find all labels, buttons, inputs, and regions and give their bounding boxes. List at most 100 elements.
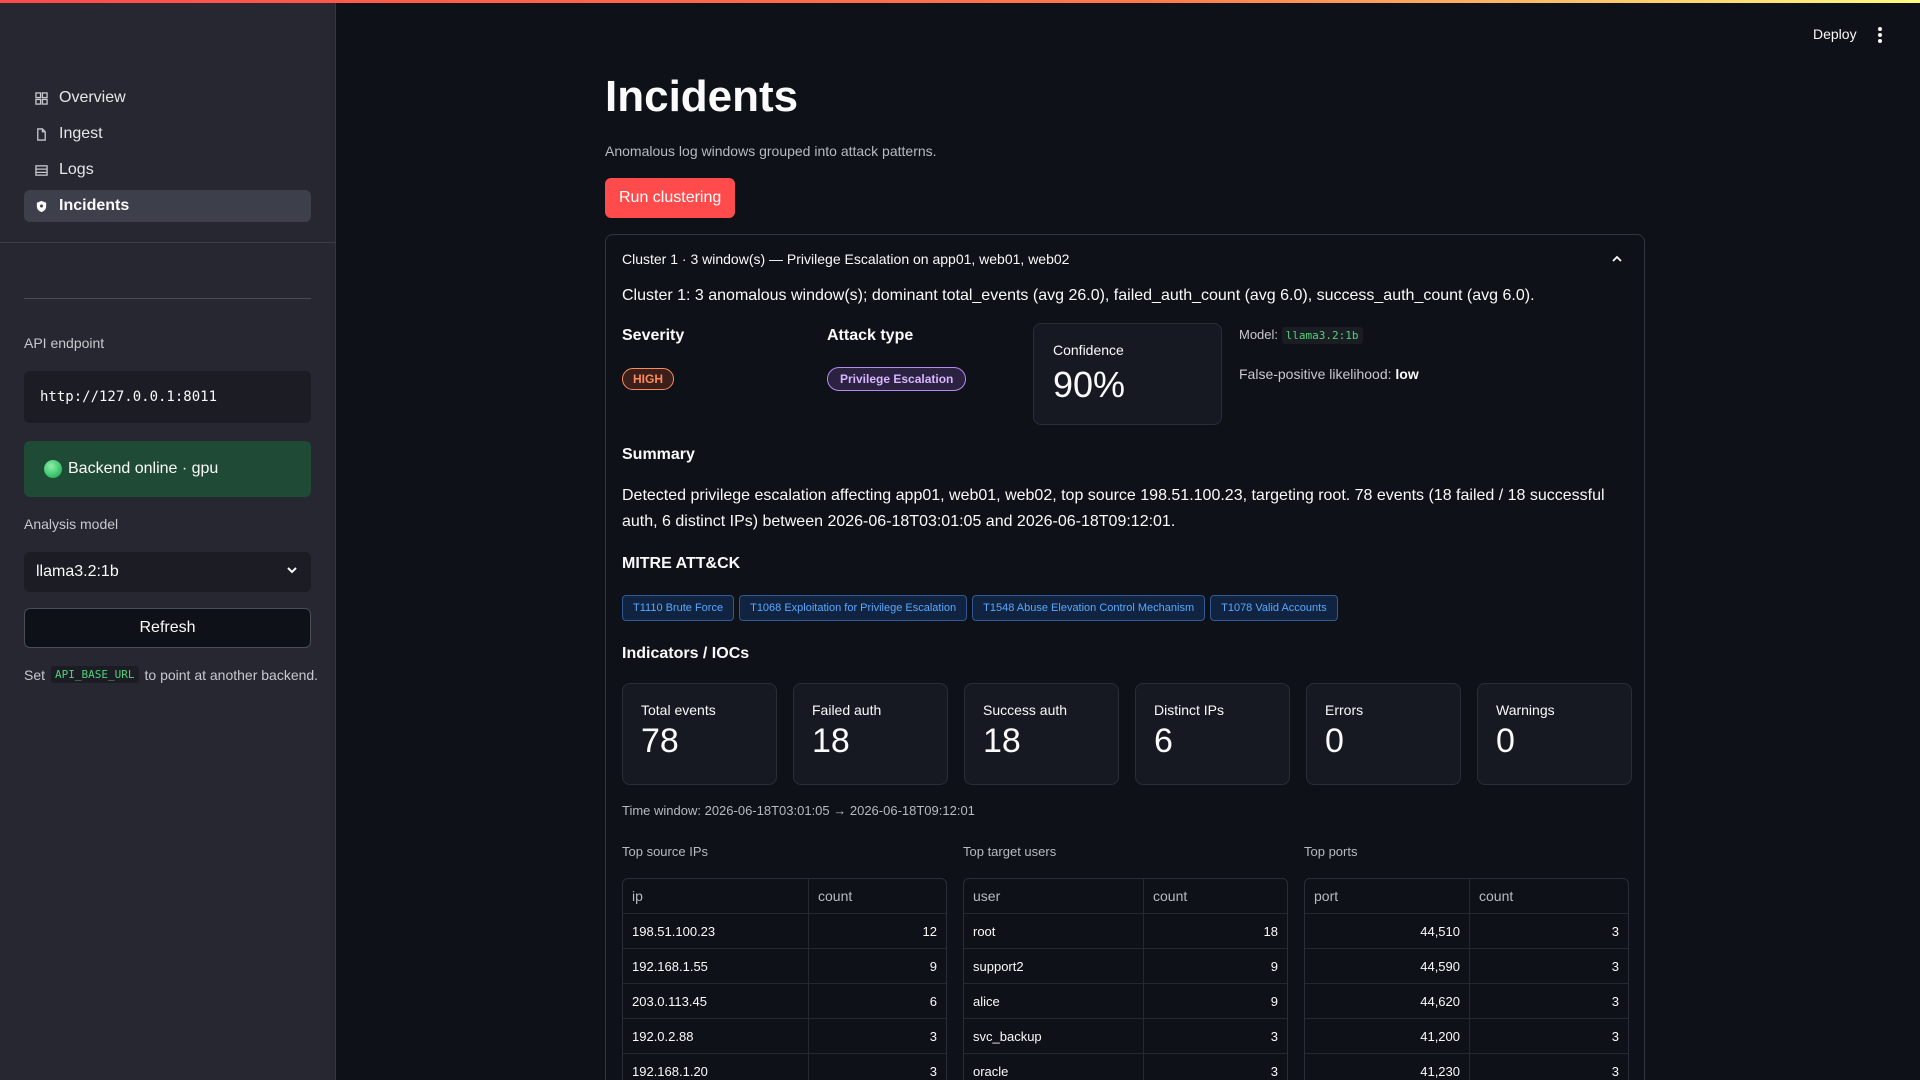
table-cell: 3 (1611, 993, 1619, 1009)
table-row: alice 9 (964, 984, 1287, 1019)
table-cell: 198.51.100.23 (623, 914, 809, 948)
table-cell: 3 (1270, 1028, 1278, 1044)
table-row: 192.168.1.20 3 (623, 1054, 946, 1080)
metric-value: 78 (641, 722, 679, 760)
grid-icon (33, 90, 49, 106)
table-cell: 192.168.1.20 (623, 1054, 809, 1080)
table-row: svc_backup 3 (964, 1019, 1287, 1054)
table-cell: 18 (1263, 923, 1278, 939)
cluster-header[interactable]: Cluster 1 · 3 window(s) — Privilege Esca… (622, 251, 1069, 267)
backend-status-text: Backend online · gpu (68, 460, 219, 477)
sidebar-item-ingest[interactable]: Ingest (24, 118, 311, 150)
fp-label: False-positive likelihood: (1239, 366, 1392, 382)
table-header-row: port count (1305, 879, 1628, 914)
sidebar-divider (24, 298, 311, 299)
mitre-tag[interactable]: T1078 Valid Accounts (1210, 595, 1338, 621)
metric-value: 18 (812, 722, 850, 760)
metric-label: Success auth (983, 702, 1068, 718)
table-row: 44,510 3 (1305, 914, 1628, 949)
table-cell: 192.168.1.55 (623, 949, 809, 983)
column-header[interactable]: port (1305, 879, 1470, 913)
deploy-button[interactable]: Deploy (1813, 26, 1857, 42)
shield-icon (33, 198, 49, 214)
mitre-tag[interactable]: T1110 Brute Force (622, 595, 735, 621)
table-row: 41,230 3 (1305, 1054, 1628, 1080)
page-subtitle: Anomalous log windows grouped into attac… (605, 143, 937, 159)
column-header[interactable]: count (1470, 879, 1628, 913)
metric-label: Distinct IPs (1154, 702, 1225, 718)
sidebar-nav: Overview Ingest Logs Incidents (24, 82, 311, 226)
mitre-label: MITRE ATT&CK (622, 555, 741, 572)
table-cell: oracle (964, 1054, 1144, 1080)
column-header[interactable]: ip (623, 879, 809, 913)
sidebar-item-label: Logs (59, 161, 94, 178)
sidebar-item-label: Overview (59, 89, 126, 106)
table-cell: 3 (929, 1064, 937, 1079)
analysis-model-select[interactable]: llama3.2:1b (24, 552, 311, 592)
metric-card: Warnings 0 (1477, 683, 1632, 785)
run-clustering-button[interactable]: Run clustering (605, 178, 736, 218)
confidence-value: 90% (1053, 364, 1126, 405)
top-target-users-table[interactable]: user count root 18 support2 9 alice 9 svc_b… (963, 878, 1288, 1080)
table-cell: 203.0.113.45 (623, 984, 809, 1018)
sidebar: Overview Ingest Logs Incidents API endpo… (0, 0, 336, 1080)
sidebar-item-label: Incidents (59, 197, 130, 214)
table-row: oracle 3 (964, 1054, 1287, 1080)
metric-label: Errors (1325, 702, 1364, 718)
mitre-tag[interactable]: T1068 Exploitation for Privilege Escalat… (739, 595, 968, 621)
note-text: to point at another backend. (144, 666, 319, 683)
table-cell: 9 (1270, 993, 1278, 1009)
table-cell: 3 (1611, 958, 1619, 974)
top-target-users-label: Top target users (963, 844, 1057, 859)
table-cell: support2 (964, 949, 1144, 983)
table-cell: 41,200 (1305, 1019, 1470, 1053)
column-header[interactable]: count (809, 879, 946, 913)
model-value: llama3.2:1b (1281, 327, 1363, 344)
table-cell: 3 (1611, 923, 1619, 939)
sidebar-item-label: Ingest (59, 125, 103, 142)
metric-card: Errors 0 (1306, 683, 1461, 785)
top-source-ips-label: Top source IPs (622, 844, 708, 859)
top-ports-table[interactable]: port count 44,510 3 44,590 3 44,620 3 41,20… (1304, 878, 1629, 1080)
sidebar-item-overview[interactable]: Overview (24, 82, 311, 114)
sidebar-divider (0, 242, 336, 243)
ioc-metrics: Total events 78 Failed auth 18 Success a… (622, 683, 1632, 785)
chevron-up-icon[interactable] (1610, 252, 1624, 266)
file-icon (33, 126, 49, 142)
column-header[interactable]: user (964, 879, 1144, 913)
top-source-ips-table[interactable]: ip count 198.51.100.23 12 192.168.1.55 9 2… (622, 878, 947, 1080)
metric-card: Failed auth 18 (793, 683, 948, 785)
api-endpoint-input[interactable]: http://127.0.0.1:8011 (24, 371, 311, 423)
note-text: Set (24, 666, 46, 683)
metric-value: 18 (983, 722, 1021, 760)
ioc-label: Indicators / IOCs (622, 645, 750, 662)
table-row: 203.0.113.45 6 (623, 984, 946, 1019)
metric-label: Total events (641, 702, 716, 718)
table-cell: 3 (1611, 1064, 1619, 1079)
refresh-button[interactable]: Refresh (24, 608, 311, 648)
metric-value: 0 (1325, 722, 1344, 760)
kebab-menu-icon[interactable] (1876, 27, 1884, 43)
note-code: API_BASE_URL (51, 666, 139, 683)
table-cell: 6 (929, 993, 937, 1009)
analysis-model-label: Analysis model (24, 516, 119, 532)
top-ports-label: Top ports (1304, 844, 1358, 859)
mitre-tags: T1110 Brute Force T1068 Exploitation for… (622, 595, 1338, 621)
sidebar-item-logs[interactable]: Logs (24, 154, 311, 186)
table-cell: 3 (929, 1028, 937, 1044)
metric-label: Warnings (1496, 702, 1555, 718)
confidence-card: Confidence 90% (1033, 323, 1222, 425)
attack-type-badge: Privilege Escalation (827, 367, 967, 391)
cluster-expander: Cluster 1 · 3 window(s) — Privilege Esca… (605, 234, 1645, 1080)
metric-label: Failed auth (812, 702, 882, 718)
table-cell: root (964, 914, 1144, 948)
column-header[interactable]: count (1144, 879, 1287, 913)
page-title: Incidents (605, 72, 799, 121)
metric-value: 6 (1154, 722, 1173, 760)
analysis-model-value: llama3.2:1b (36, 563, 119, 580)
table-cell: 44,620 (1305, 984, 1470, 1018)
api-base-url-note: Set API_BASE_URL to point at another bac… (24, 666, 318, 683)
sidebar-item-incidents[interactable]: Incidents (24, 190, 311, 222)
mitre-tag[interactable]: T1548 Abuse Elevation Control Mechanism (972, 595, 1206, 621)
table-header-row: ip count (623, 879, 946, 914)
